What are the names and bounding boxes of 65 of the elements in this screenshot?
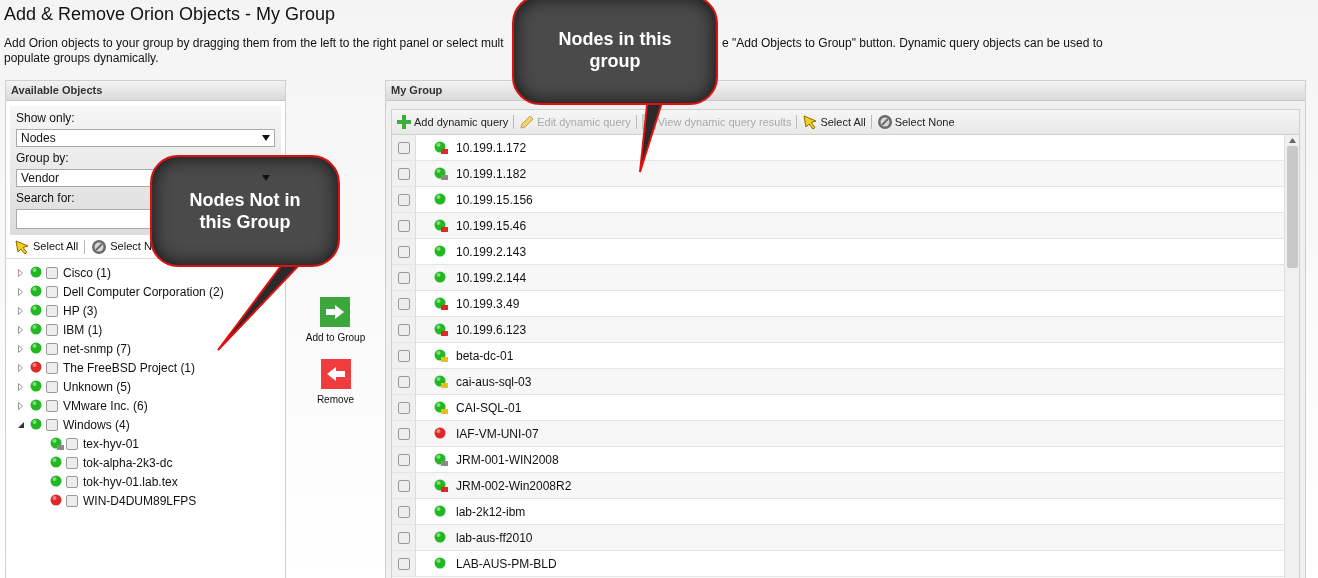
- tree-item[interactable]: Unknown (5): [63, 377, 132, 396]
- tree-item[interactable]: VMware Inc. (6): [63, 396, 148, 415]
- table-row[interactable]: LAB-AUS-PM-BLD: [392, 551, 1284, 577]
- panel-header: Available Objects: [6, 81, 285, 101]
- tree-item[interactable]: Cisco (1): [63, 263, 111, 282]
- tree-item[interactable]: HP (3): [63, 301, 98, 320]
- tree-item[interactable]: tok-hyv-01.lab.tex: [83, 472, 178, 491]
- tree-item[interactable]: Windows (4): [63, 415, 130, 434]
- node-name: 10.199.15.46: [456, 217, 527, 235]
- description-text: Add Orion objects to your group by dragging them from the left to the right panel or select mult: [4, 36, 504, 51]
- search-label: Search for:: [16, 190, 75, 206]
- table-row[interactable]: CAI-SQL-01: [392, 395, 1284, 421]
- table-row[interactable]: 10.199.2.143: [392, 239, 1284, 265]
- node-name: lab-aus-ff2010: [456, 529, 533, 547]
- node-name: lab-2k12-ibm: [456, 503, 526, 521]
- description-text: populate groups dynamically.: [4, 51, 159, 66]
- table-row[interactable]: 10.199.15.156: [392, 187, 1284, 213]
- node-name: LAB-AUS-PM-BLD: [456, 555, 557, 573]
- node-name: CAI-SQL-01: [456, 399, 522, 417]
- table-row[interactable]: lab-aus-ff2010: [392, 525, 1284, 551]
- tree-item[interactable]: WIN-D4DUM89LFPS: [83, 491, 197, 510]
- table-row[interactable]: beta-dc-01: [392, 343, 1284, 369]
- tree-item[interactable]: Dell Computer Corporation (2): [63, 282, 224, 301]
- table-row[interactable]: JRM-001-WIN2008: [392, 447, 1284, 473]
- tree-item[interactable]: tex-hyv-01: [83, 434, 140, 453]
- callout-tooltip: Nodes Not in this Group: [150, 155, 340, 267]
- node-name: 10.199.3.49: [456, 295, 520, 313]
- table-row[interactable]: 10.199.1.182: [392, 161, 1284, 187]
- table-row[interactable]: 10.199.2.144: [392, 265, 1284, 291]
- node-name: beta-dc-01: [456, 347, 514, 365]
- table-row[interactable]: 10.199.3.49: [392, 291, 1284, 317]
- description-text: e "Add Objects to Group" button. Dynamic query objects can be used to: [722, 36, 1103, 51]
- table-row[interactable]: IAF-VM-UNI-07: [392, 421, 1284, 447]
- node-name: 10.199.1.172: [456, 139, 527, 157]
- show-only-label: Show only:: [16, 110, 75, 126]
- show-only-dropdown[interactable]: Nodes: [16, 129, 275, 147]
- node-name: 10.199.15.156: [456, 191, 533, 209]
- table-row[interactable]: 10.199.15.46: [392, 213, 1284, 239]
- tree-item[interactable]: net-snmp (7): [63, 339, 132, 358]
- node-name: IAF-VM-UNI-07: [456, 425, 539, 443]
- node-name: 10.199.6.123: [456, 321, 527, 339]
- node-name: JRM-001-WIN2008: [456, 451, 559, 469]
- table-row[interactable]: lab-2k12-ibm: [392, 499, 1284, 525]
- node-name: JRM-002-Win2008R2: [456, 477, 572, 495]
- select-none-link[interactable]: Select N: [110, 238, 152, 255]
- node-name: 10.199.2.143: [456, 243, 527, 261]
- page-title: Add & Remove Orion Objects - My Group: [4, 3, 337, 25]
- table-row[interactable]: JRM-002-Win2008R2: [392, 473, 1284, 499]
- callout-tooltip: Nodes in this group: [512, 0, 718, 105]
- toolbar-button[interactable]: Select All: [802, 113, 866, 131]
- toolbar-button[interactable]: Add dynamic query: [396, 113, 509, 131]
- select-all-link[interactable]: Select All: [33, 238, 79, 255]
- tree-item[interactable]: tok-alpha-2k3-dc: [83, 453, 173, 472]
- add-to-group-button[interactable]: Add to Group: [305, 297, 366, 345]
- toolbar-button[interactable]: Select None: [876, 113, 955, 131]
- node-name: 10.199.1.182: [456, 165, 527, 183]
- table-row[interactable]: 10.199.1.172: [392, 135, 1284, 161]
- table-row[interactable]: cai-aus-sql-03: [392, 369, 1284, 395]
- table-row[interactable]: 10.199.6.123: [392, 317, 1284, 343]
- node-name: cai-aus-sql-03: [456, 373, 532, 391]
- group-by-label: Group by:: [16, 150, 69, 166]
- tree-item[interactable]: IBM (1): [63, 320, 103, 339]
- tree-item[interactable]: The FreeBSD Project (1): [63, 358, 196, 377]
- node-name: 10.199.2.144: [456, 269, 527, 287]
- remove-button[interactable]: Remove: [316, 359, 355, 407]
